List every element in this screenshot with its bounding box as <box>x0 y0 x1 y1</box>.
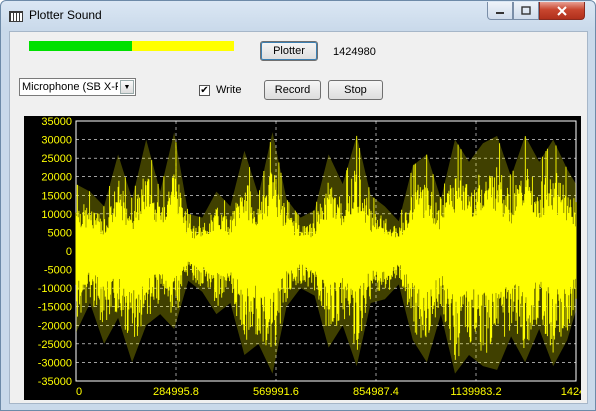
write-label: Write <box>216 84 242 96</box>
x-tick-label: 284995.8 <box>153 386 199 398</box>
x-tick-label: 1139983.2 <box>450 386 501 398</box>
stop-button-label: Stop <box>344 84 367 96</box>
write-checkbox[interactable]: ✔ <box>199 85 210 96</box>
x-tick-label: 854987.4 <box>353 386 399 398</box>
y-tick-label: -5000 <box>44 265 72 277</box>
stop-button[interactable]: Stop <box>328 80 383 100</box>
record-button[interactable]: Record <box>264 80 321 100</box>
y-tick-label: 25000 <box>41 153 72 165</box>
y-tick-label: 15000 <box>41 190 72 202</box>
y-tick-label: -20000 <box>38 320 72 332</box>
sample-counter: 1424980 <box>333 46 376 58</box>
minimize-icon <box>496 11 504 14</box>
plotter-button[interactable]: Plotter <box>260 41 318 61</box>
plotter-button-label: Plotter <box>273 44 305 57</box>
x-tick-label: 14249 <box>561 386 581 398</box>
window-title: Plotter Sound <box>29 8 102 22</box>
y-tick-label: -35000 <box>38 376 72 388</box>
y-tick-label: 0 <box>66 246 72 258</box>
app-window: Plotter Sound Plotter 1424980 Microphone… <box>0 0 596 411</box>
y-tick-label: -15000 <box>38 302 72 314</box>
level-meter-fill <box>29 41 132 51</box>
app-icon <box>9 11 23 22</box>
waveform-plot: 35000 30000 25000 20000 15000 10000 5000 0 -5000… <box>24 116 581 400</box>
y-tick-label: 5000 <box>48 227 72 239</box>
checkmark-icon: ✔ <box>200 85 209 96</box>
waveform-chart: 35000 30000 25000 20000 15000 10000 5000 0 -5000… <box>38 116 581 398</box>
input-device-value: Microphone (SB X-Fi <box>22 81 118 93</box>
maximize-button[interactable] <box>513 2 539 20</box>
x-tick-label: 569991.6 <box>253 386 299 398</box>
y-tick-label: -30000 <box>38 357 72 369</box>
y-tick-label: 35000 <box>41 116 72 128</box>
y-tick-label: 30000 <box>41 135 72 147</box>
y-tick-label: -25000 <box>38 339 72 351</box>
title-bar[interactable]: Plotter Sound <box>1 1 595 31</box>
client-area: Plotter 1424980 Microphone (SB X-Fi ▼ ✔ … <box>9 31 588 404</box>
y-tick-label: 10000 <box>41 209 72 221</box>
record-button-label: Record <box>274 84 311 96</box>
x-tick-label: 0 <box>76 386 82 398</box>
level-meter <box>29 41 234 51</box>
dropdown-arrow-icon[interactable]: ▼ <box>120 80 134 94</box>
y-tick-label: -10000 <box>38 283 72 295</box>
y-tick-label: 20000 <box>41 172 72 184</box>
maximize-icon <box>521 6 531 15</box>
close-icon <box>557 5 567 16</box>
input-device-select[interactable]: Microphone (SB X-Fi ▼ <box>19 78 136 96</box>
minimize-button[interactable] <box>487 2 513 20</box>
close-button[interactable] <box>539 2 585 20</box>
